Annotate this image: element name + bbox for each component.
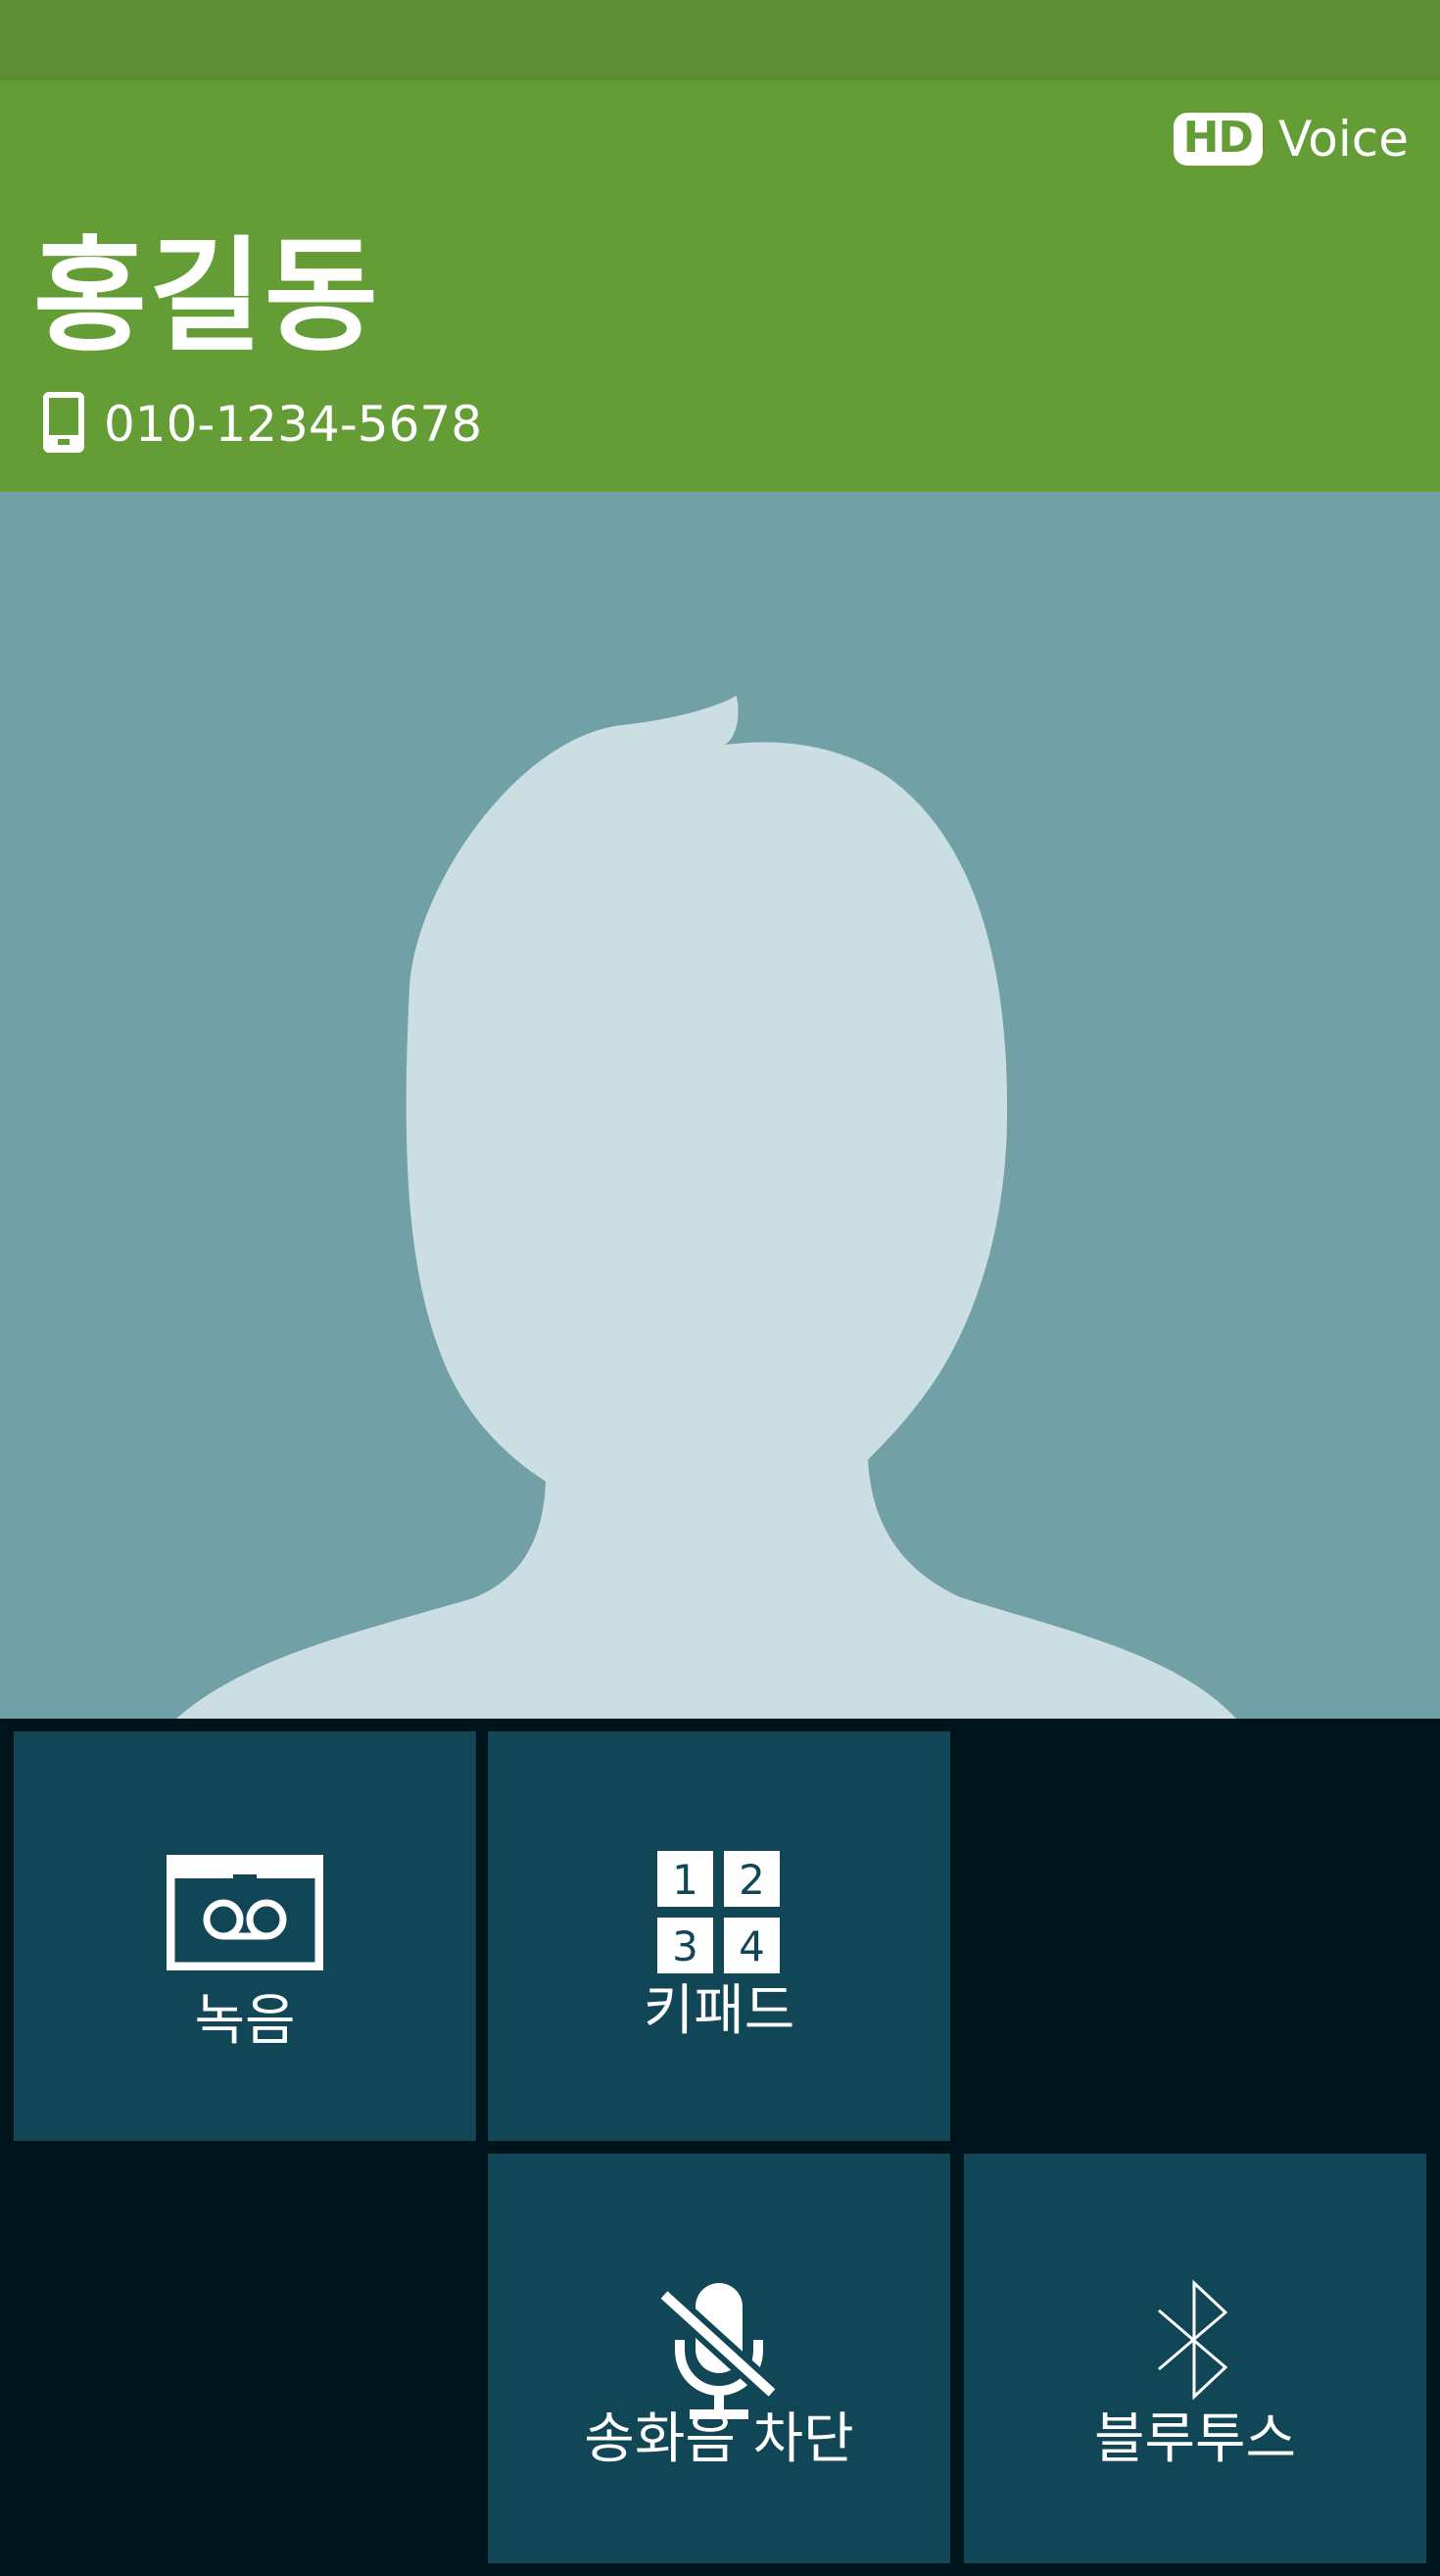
call-header: HD Voice 홍길동 010-1234-5678 [0, 80, 1440, 492]
bluetooth-icon [964, 2279, 1426, 2401]
phone-number: 010-1234-5678 [104, 396, 483, 453]
keypad-key: 4 [739, 1922, 765, 1970]
keypad-key: 3 [672, 1922, 698, 1970]
cassette-record-icon [14, 1855, 476, 1970]
status-bar [0, 0, 1440, 80]
keypad-button[interactable]: 1 2 3 4 키패드 [488, 1731, 950, 2141]
keypad-label: 키패드 [643, 1979, 795, 2043]
bluetooth-label: 블루투스 [1093, 2407, 1297, 2471]
hd-voice-label: Voice [1277, 111, 1409, 168]
keypad-key: 1 [672, 1856, 698, 1904]
contact-photo [0, 492, 1440, 1719]
mute-button[interactable]: 송화음 차단 [488, 2154, 950, 2563]
hd-badge: HD [1173, 113, 1263, 166]
hd-voice-indicator: HD Voice [1173, 111, 1409, 168]
record-label: 녹음 [194, 1989, 296, 2053]
phone-row: 010-1234-5678 [43, 392, 482, 457]
keypad-key: 2 [739, 1856, 765, 1904]
mobile-phone-icon [43, 392, 84, 457]
microphone-muted-icon [488, 2279, 950, 2422]
default-avatar-icon [176, 696, 1236, 1719]
record-button[interactable]: 녹음 [14, 1731, 476, 2141]
bluetooth-button[interactable]: 블루투스 [964, 2154, 1426, 2563]
contact-name: 홍길동 [33, 224, 380, 368]
keypad-icon: 1 2 3 4 [488, 1851, 950, 1974]
mute-label: 송화음 차단 [584, 2407, 854, 2471]
call-controls: 녹음 1 2 3 4 키패드 송화음 차단 블루투스 [0, 1719, 1440, 2576]
